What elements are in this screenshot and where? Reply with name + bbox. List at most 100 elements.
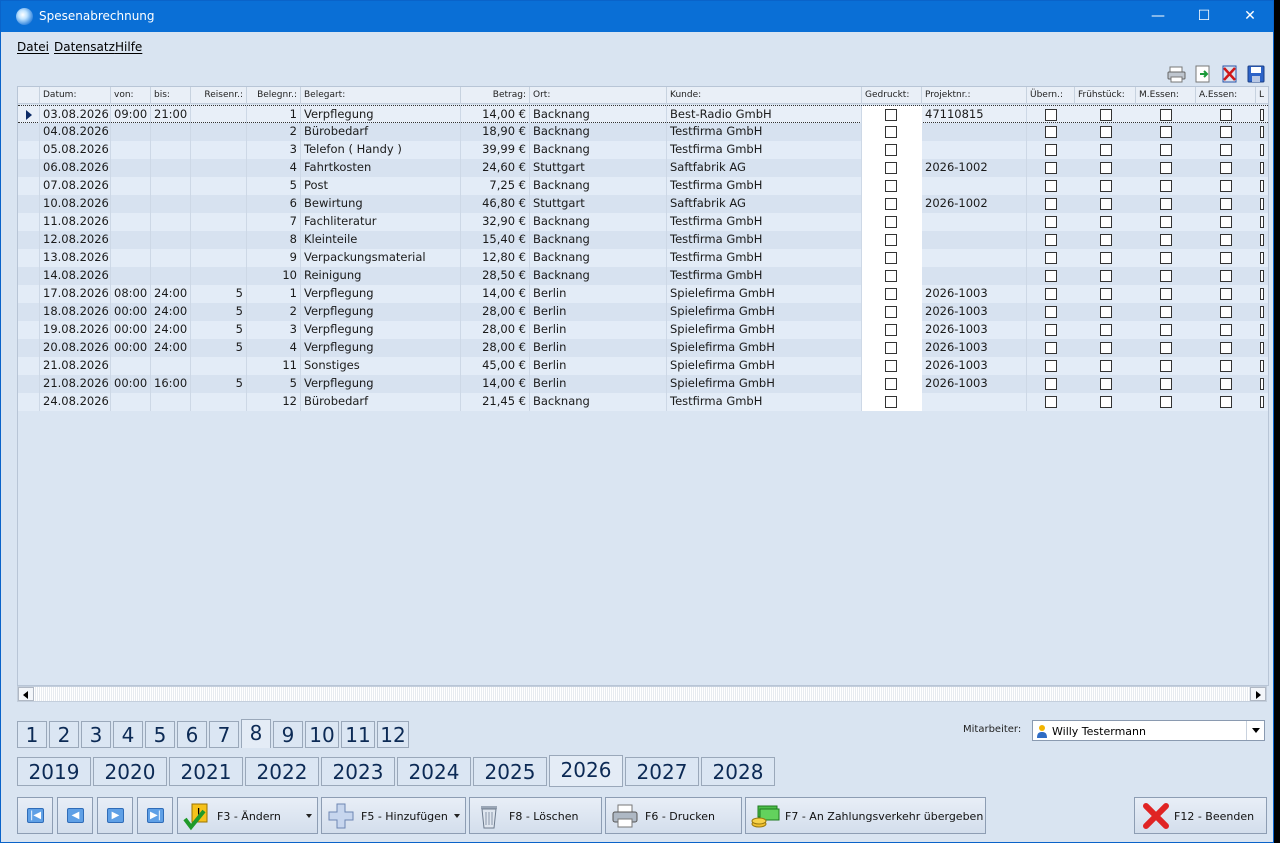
messen-checkbox[interactable] xyxy=(1160,198,1172,210)
row-indicator[interactable] xyxy=(18,303,40,321)
cell-datum[interactable]: 12.08.2026 xyxy=(40,231,111,249)
cell-projektnr[interactable]: 2026-1003 xyxy=(922,303,1027,321)
aendern-dropdown-icon[interactable] xyxy=(306,814,312,818)
gedruckt-checkbox[interactable] xyxy=(885,270,897,282)
gedruckt-checkbox[interactable] xyxy=(885,109,897,121)
cell-datum[interactable]: 24.08.2026 xyxy=(40,393,111,411)
fruehstueck-checkbox[interactable] xyxy=(1100,180,1112,192)
export-icon[interactable] xyxy=(1193,65,1213,83)
cell-belegnr[interactable]: 5 xyxy=(247,375,301,393)
row-indicator[interactable] xyxy=(18,249,40,267)
cell-reisenr[interactable] xyxy=(191,267,247,285)
year-tab-2019[interactable]: 2019 xyxy=(17,757,91,786)
column-header-projektnr[interactable]: Projektnr.: xyxy=(922,87,1027,104)
cell-kunde[interactable]: Spielefirma GmbH xyxy=(667,303,862,321)
cell-projektnr[interactable]: 2026-1002 xyxy=(922,195,1027,213)
cell-betrag[interactable]: 28,00 € xyxy=(461,303,530,321)
row-indicator[interactable] xyxy=(18,267,40,285)
cell-bis[interactable]: 16:00 xyxy=(151,375,191,393)
aessen-checkbox[interactable] xyxy=(1220,180,1232,192)
uebern-checkbox[interactable] xyxy=(1045,342,1057,354)
messen-checkbox[interactable] xyxy=(1160,144,1172,156)
cell-belegart[interactable]: Telefon ( Handy ) xyxy=(301,141,461,159)
save-icon[interactable] xyxy=(1246,65,1266,83)
horizontal-scrollbar[interactable] xyxy=(17,686,1267,702)
l-checkbox-partial[interactable] xyxy=(1260,180,1264,192)
month-tab-8[interactable]: 8 xyxy=(241,719,271,748)
gedruckt-checkbox[interactable] xyxy=(885,180,897,192)
cell-betrag[interactable]: 14,00 € xyxy=(461,375,530,393)
uebern-checkbox[interactable] xyxy=(1045,396,1057,408)
row-indicator[interactable] xyxy=(18,285,40,303)
cell-belegart[interactable]: Verpflegung xyxy=(301,321,461,339)
cell-datum[interactable]: 07.08.2026 xyxy=(40,177,111,195)
uebern-checkbox[interactable] xyxy=(1045,252,1057,264)
uebern-checkbox[interactable] xyxy=(1045,378,1057,390)
month-tab-1[interactable]: 1 xyxy=(17,721,47,748)
gedruckt-checkbox[interactable] xyxy=(885,288,897,300)
cell-bis[interactable] xyxy=(151,249,191,267)
cell-bis[interactable]: 21:00 xyxy=(151,106,191,124)
drucken-button[interactable]: F6 - Drucken xyxy=(605,797,742,834)
row-indicator[interactable] xyxy=(18,213,40,231)
cell-reisenr[interactable] xyxy=(191,195,247,213)
cell-belegnr[interactable]: 8 xyxy=(247,231,301,249)
row-indicator[interactable] xyxy=(18,321,40,339)
cell-bis[interactable] xyxy=(151,195,191,213)
l-checkbox-partial[interactable] xyxy=(1260,378,1264,390)
uebern-checkbox[interactable] xyxy=(1045,144,1057,156)
table-row[interactable]: 04.08.2026 2 Bürobedarf 18,90 € Backnang Test… xyxy=(18,123,1268,141)
cell-reisenr[interactable]: 5 xyxy=(191,375,247,393)
uebern-checkbox[interactable] xyxy=(1045,360,1057,372)
aendern-button[interactable]: ! F3 - Ändern xyxy=(177,797,318,834)
year-tab-2028[interactable]: 2028 xyxy=(701,757,775,786)
cell-belegnr[interactable]: 9 xyxy=(247,249,301,267)
cell-von[interactable] xyxy=(111,141,151,159)
cell-belegnr[interactable]: 12 xyxy=(247,393,301,411)
cell-projektnr[interactable]: 2026-1003 xyxy=(922,375,1027,393)
menu-datei[interactable]: Datei xyxy=(17,40,49,54)
messen-checkbox[interactable] xyxy=(1160,234,1172,246)
cell-projektnr[interactable]: 2026-1003 xyxy=(922,285,1027,303)
cell-belegnr[interactable]: 2 xyxy=(247,303,301,321)
minimize-button[interactable]: — xyxy=(1135,1,1181,32)
column-header-ort[interactable]: Ort: xyxy=(530,87,667,104)
gedruckt-checkbox[interactable] xyxy=(885,252,897,264)
fruehstueck-checkbox[interactable] xyxy=(1100,198,1112,210)
column-header-gedruckt[interactable]: Gedruckt: xyxy=(862,87,922,104)
gedruckt-checkbox[interactable] xyxy=(885,342,897,354)
cell-belegnr[interactable]: 10 xyxy=(247,267,301,285)
cell-betrag[interactable]: 18,90 € xyxy=(461,123,530,141)
cell-kunde[interactable]: Testfirma GmbH xyxy=(667,141,862,159)
column-header-belegnr[interactable]: Belegnr.: xyxy=(247,87,301,104)
beenden-button[interactable]: F12 - Beenden xyxy=(1134,797,1267,834)
delete-icon[interactable] xyxy=(1220,65,1240,83)
uebern-checkbox[interactable] xyxy=(1045,180,1057,192)
gedruckt-checkbox[interactable] xyxy=(885,396,897,408)
cell-datum[interactable]: 10.08.2026 xyxy=(40,195,111,213)
cell-projektnr[interactable] xyxy=(922,213,1027,231)
cell-belegnr[interactable]: 6 xyxy=(247,195,301,213)
cell-ort[interactable]: Backnang xyxy=(530,393,667,411)
row-indicator[interactable] xyxy=(18,177,40,195)
uebern-checkbox[interactable] xyxy=(1045,126,1057,138)
messen-checkbox[interactable] xyxy=(1160,342,1172,354)
gedruckt-checkbox[interactable] xyxy=(885,216,897,228)
cell-belegnr[interactable]: 11 xyxy=(247,357,301,375)
aessen-checkbox[interactable] xyxy=(1220,234,1232,246)
cell-belegart[interactable]: Post xyxy=(301,177,461,195)
cell-ort[interactable]: Berlin xyxy=(530,357,667,375)
messen-checkbox[interactable] xyxy=(1160,252,1172,264)
cell-betrag[interactable]: 7,25 € xyxy=(461,177,530,195)
mitarbeiter-select[interactable]: Willy Testermann xyxy=(1032,720,1265,741)
l-checkbox-partial[interactable] xyxy=(1260,216,1264,228)
cell-projektnr[interactable]: 2026-1003 xyxy=(922,339,1027,357)
cell-reisenr[interactable] xyxy=(191,177,247,195)
cell-von[interactable]: 00:00 xyxy=(111,339,151,357)
cell-datum[interactable]: 14.08.2026 xyxy=(40,267,111,285)
cell-belegart[interactable]: Bürobedarf xyxy=(301,123,461,141)
gedruckt-checkbox[interactable] xyxy=(885,144,897,156)
l-checkbox-partial[interactable] xyxy=(1260,396,1264,408)
maximize-button[interactable]: ☐ xyxy=(1181,1,1227,32)
cell-von[interactable] xyxy=(111,195,151,213)
